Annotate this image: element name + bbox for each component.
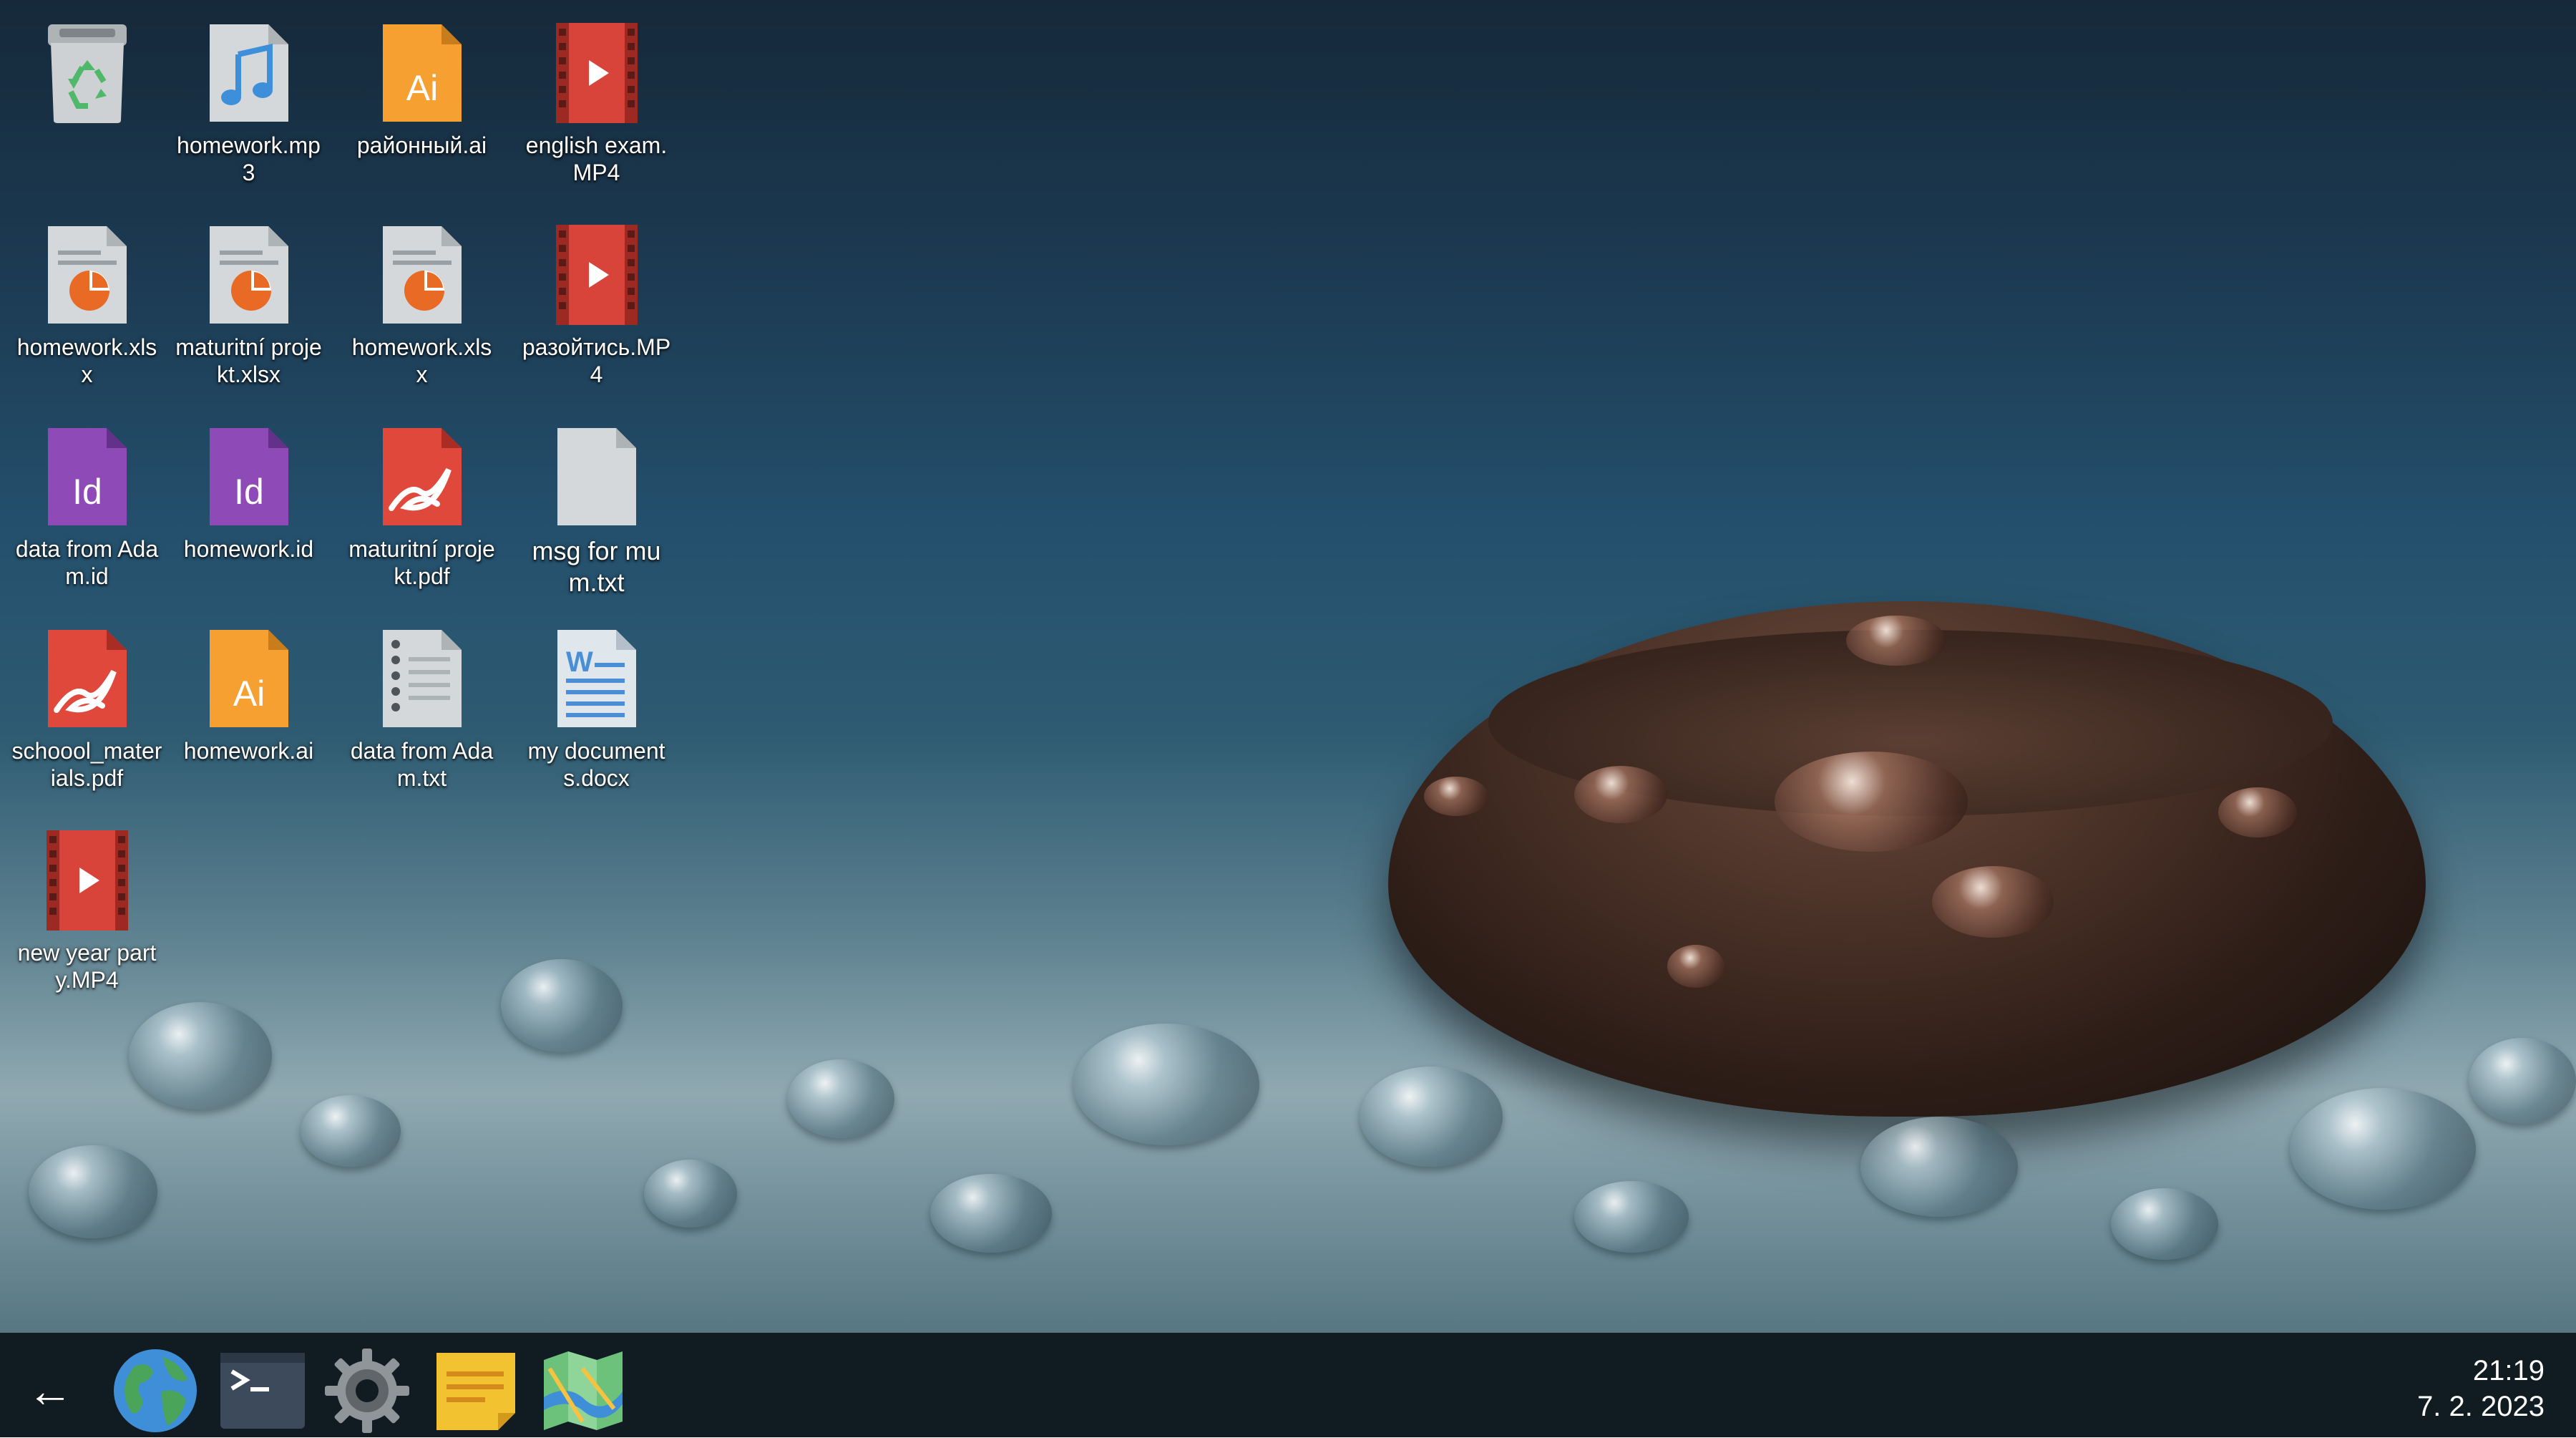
water-drop bbox=[1574, 766, 1667, 823]
desktop-wallpaper: homework.mp3 Ai районный.ai english exam… bbox=[0, 0, 2576, 1333]
water-drop bbox=[1424, 777, 1488, 816]
svg-text:Ai: Ai bbox=[406, 68, 437, 108]
desktop-icon-maturitni-projekt-xlsx[interactable]: maturitní projekt.xlsx bbox=[162, 222, 336, 419]
desktop-icon-homework-id[interactable]: Id homework.id bbox=[162, 424, 336, 621]
water-drop bbox=[1860, 1117, 2018, 1217]
water-drop bbox=[644, 1160, 737, 1228]
desktop-icon-homework-ai[interactable]: Ai homework.ai bbox=[162, 626, 336, 822]
terminal-icon bbox=[220, 1353, 305, 1429]
browser-globe-button[interactable] bbox=[112, 1347, 199, 1434]
sticky-notes-button[interactable] bbox=[432, 1347, 519, 1434]
desktop-icon-razoytis-mp4[interactable]: разойтись.MP4 bbox=[509, 222, 683, 419]
desktop-icon-label: homework.ai bbox=[183, 738, 314, 764]
svg-text:Ai: Ai bbox=[233, 674, 264, 714]
desktop-icon-schoool-materials-pdf[interactable]: schoool_materials.pdf bbox=[0, 626, 174, 822]
desktop-icon-label: schoool_materials.pdf bbox=[11, 738, 162, 791]
water-drop bbox=[1073, 1024, 1259, 1145]
water-drop bbox=[501, 959, 623, 1052]
desktop-icon-label: homework.xlsx bbox=[351, 334, 492, 387]
water-drop bbox=[1667, 945, 1724, 988]
water-drop bbox=[1574, 1181, 1689, 1253]
water-drop bbox=[2469, 1038, 2576, 1124]
pdf-file-icon bbox=[42, 626, 132, 732]
desktop-icon-label: english exam.MP4 bbox=[525, 132, 668, 185]
spreadsheet-chart-icon bbox=[377, 222, 467, 328]
video-file-icon bbox=[552, 222, 642, 328]
water-drop bbox=[2218, 787, 2297, 837]
clock-date: 7. 2. 2023 bbox=[2417, 1391, 2545, 1422]
terminal-button[interactable] bbox=[219, 1347, 306, 1434]
desktop-icon-label: data from Adam.txt bbox=[350, 738, 494, 791]
video-file-icon bbox=[552, 20, 642, 126]
desktop-icon-msg-for-mum-txt[interactable]: msg for mum.txt bbox=[509, 424, 683, 621]
taskbar: ← 21:19 7. 2. 2023 bbox=[0, 1333, 2576, 1437]
trash-recycle-icon bbox=[42, 20, 132, 126]
desktop-icon-english-exam-mp4[interactable]: english exam.MP4 bbox=[509, 20, 683, 217]
water-drop bbox=[930, 1174, 1052, 1253]
gear-icon bbox=[325, 1349, 409, 1433]
desktop-icon-label: my documents.docx bbox=[527, 738, 665, 791]
indesign-file-icon: Id bbox=[42, 424, 132, 530]
desktop-icon-label: data from Adam.id bbox=[15, 536, 159, 589]
desktop-icon-label: maturitní projekt.pdf bbox=[348, 536, 495, 589]
notepad-file-icon bbox=[377, 626, 467, 732]
blank-file-icon bbox=[552, 424, 642, 530]
water-drop bbox=[301, 1095, 401, 1167]
water-drop bbox=[29, 1145, 157, 1238]
water-drop bbox=[2290, 1088, 2476, 1210]
desktop-icon-homework-xlsx-2[interactable]: homework.xlsx bbox=[335, 222, 509, 419]
water-drop bbox=[1846, 616, 1946, 666]
svg-text:Id: Id bbox=[234, 472, 264, 512]
spreadsheet-chart-icon bbox=[42, 222, 132, 328]
desktop-icon-data-from-adam-txt[interactable]: data from Adam.txt bbox=[335, 626, 509, 822]
pdf-file-icon bbox=[377, 424, 467, 530]
video-file-icon bbox=[42, 827, 132, 933]
water-drop bbox=[787, 1059, 894, 1138]
illustrator-file-icon: Ai bbox=[204, 626, 294, 732]
desktop-icon-new-year-party-mp4[interactable]: new year party.MP4 bbox=[0, 827, 174, 1024]
svg-text:W: W bbox=[566, 646, 593, 678]
desktop-icon-label: new year party.MP4 bbox=[17, 940, 157, 993]
maps-button[interactable] bbox=[540, 1347, 627, 1434]
desktop-icon-my-documents-docx[interactable]: W my documents.docx bbox=[509, 626, 683, 822]
settings-gear-button[interactable] bbox=[323, 1347, 411, 1434]
desktop-icon-rayonny-ai[interactable]: Ai районный.ai bbox=[335, 20, 509, 217]
desktop-icon-label: homework.id bbox=[183, 536, 314, 562]
desktop-icon-maturitni-projekt-pdf[interactable]: maturitní projekt.pdf bbox=[335, 424, 509, 621]
desktop-icon-label: homework.mp3 bbox=[177, 132, 321, 185]
system-clock[interactable]: 21:19 7. 2. 2023 bbox=[2417, 1353, 2545, 1424]
map-icon bbox=[544, 1351, 623, 1430]
indesign-file-icon: Id bbox=[204, 424, 294, 530]
word-document-icon: W bbox=[552, 626, 642, 732]
desktop-icon-label: msg for mum.txt bbox=[532, 536, 661, 597]
sticky-note-icon bbox=[436, 1353, 515, 1430]
water-drop bbox=[1932, 866, 2054, 938]
illustrator-file-icon: Ai bbox=[377, 20, 467, 126]
spreadsheet-chart-icon bbox=[204, 222, 294, 328]
desktop-icon-trash[interactable] bbox=[0, 20, 174, 217]
svg-text:Id: Id bbox=[72, 472, 102, 512]
water-drop bbox=[1775, 752, 1968, 852]
back-arrow-button[interactable]: ← bbox=[21, 1347, 79, 1434]
desktop-icon-homework-xlsx[interactable]: homework.xlsx bbox=[0, 222, 174, 419]
desktop-icon-label: maturitní projekt.xlsx bbox=[175, 334, 322, 387]
desktop-icon-label: районный.ai bbox=[356, 132, 487, 158]
desktop-icon-data-from-adam-id[interactable]: Id data from Adam.id bbox=[0, 424, 174, 621]
desktop-icon-label: homework.xlsx bbox=[16, 334, 157, 387]
desktop-icon-homework-mp3[interactable]: homework.mp3 bbox=[162, 20, 336, 217]
water-drop bbox=[1360, 1067, 1503, 1167]
audio-file-icon bbox=[204, 20, 294, 126]
globe-icon bbox=[114, 1349, 197, 1432]
clock-time: 21:19 bbox=[2472, 1355, 2545, 1386]
desktop-icon-label: разойтись.MP4 bbox=[522, 334, 671, 387]
water-drop bbox=[2111, 1188, 2218, 1260]
